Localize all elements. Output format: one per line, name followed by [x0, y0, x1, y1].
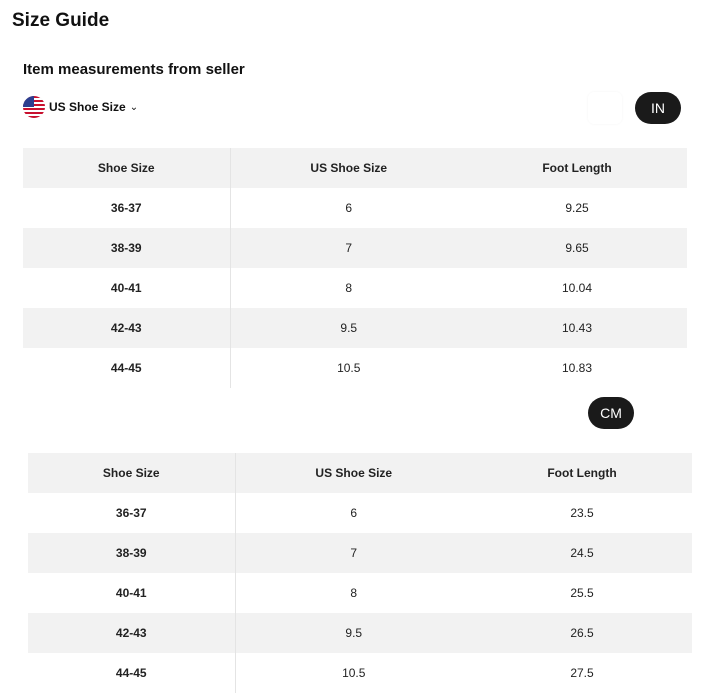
header-foot-length: Foot Length [547, 466, 617, 480]
header-us-shoe-size: US Shoe Size [310, 161, 388, 175]
section-title: Item measurements from seller [23, 61, 245, 78]
table-row: 40-41 8 25.5 [28, 573, 692, 613]
unit-toggle-blank [588, 92, 622, 124]
size-table-centimeters: Shoe Size US Shoe Size Foot Length 36-37… [28, 453, 693, 693]
cell-us-size: 6 [350, 506, 358, 520]
cell-us-size: 10.5 [342, 666, 366, 680]
cell-shoe-size: 42-43 [23, 308, 231, 348]
unit-cm-button[interactable]: CM [588, 397, 634, 429]
cell-foot-length: 27.5 [570, 666, 594, 680]
cell-shoe-size: 36-37 [23, 188, 231, 228]
chevron-down-icon: ⌄ [129, 101, 139, 113]
cell-shoe-size: 36-37 [28, 493, 236, 533]
cell-foot-length: 9.65 [565, 241, 589, 255]
cell-shoe-size: 40-41 [28, 573, 236, 613]
cell-shoe-size: 40-41 [23, 268, 231, 308]
cell-foot-length: 24.5 [570, 546, 594, 560]
cell-shoe-size: 44-45 [23, 348, 231, 388]
cell-shoe-size: 38-39 [28, 533, 236, 573]
page-title: Size Guide [12, 10, 110, 31]
cell-us-size: 6 [345, 201, 353, 215]
table-row: 42-43 9.5 26.5 [28, 613, 692, 653]
cell-foot-length: 10.43 [561, 321, 593, 335]
cell-foot-length: 23.5 [570, 506, 594, 520]
cell-us-size: 10.5 [337, 361, 361, 375]
cell-shoe-size: 44-45 [28, 653, 236, 693]
table-row: 36-37 6 23.5 [28, 493, 692, 533]
cell-foot-length: 10.04 [561, 281, 593, 295]
cell-us-size: 7 [345, 241, 353, 255]
table-row: 44-45 10.5 27.5 [28, 653, 692, 693]
cell-foot-length: 10.83 [561, 361, 593, 375]
table-row: 38-39 7 24.5 [28, 533, 692, 573]
cell-shoe-size: 42-43 [28, 613, 236, 653]
table-row: 36-37 6 9.25 [23, 188, 687, 228]
table-header-row: Shoe Size US Shoe Size Foot Length [28, 453, 692, 493]
table-row: 38-39 7 9.65 [23, 228, 687, 268]
table-row: 44-45 10.5 10.83 [23, 348, 687, 388]
cell-foot-length: 25.5 [570, 586, 594, 600]
table-row: 40-41 8 10.04 [23, 268, 687, 308]
us-flag-icon [23, 96, 45, 118]
table-row: 42-43 9.5 10.43 [23, 308, 687, 348]
table-header-row: Shoe Size US Shoe Size Foot Length [23, 148, 687, 188]
header-foot-length: Foot Length [542, 161, 612, 175]
header-shoe-size: Shoe Size [28, 453, 236, 493]
cell-us-size: 7 [350, 546, 358, 560]
size-system-label: US Shoe Size [49, 100, 126, 114]
header-us-shoe-size: US Shoe Size [315, 466, 393, 480]
size-table-inches: Shoe Size US Shoe Size Foot Length 36-37… [23, 148, 688, 388]
cell-foot-length: 9.25 [565, 201, 589, 215]
cell-us-size: 9.5 [345, 626, 363, 640]
cell-us-size: 8 [345, 281, 353, 295]
cell-foot-length: 26.5 [570, 626, 594, 640]
header-shoe-size: Shoe Size [23, 148, 231, 188]
unit-in-button[interactable]: IN [635, 92, 681, 124]
cell-shoe-size: 38-39 [23, 228, 231, 268]
cell-us-size: 9.5 [340, 321, 358, 335]
cell-us-size: 8 [350, 586, 358, 600]
size-system-dropdown[interactable]: US Shoe Size ⌄ [23, 96, 138, 118]
